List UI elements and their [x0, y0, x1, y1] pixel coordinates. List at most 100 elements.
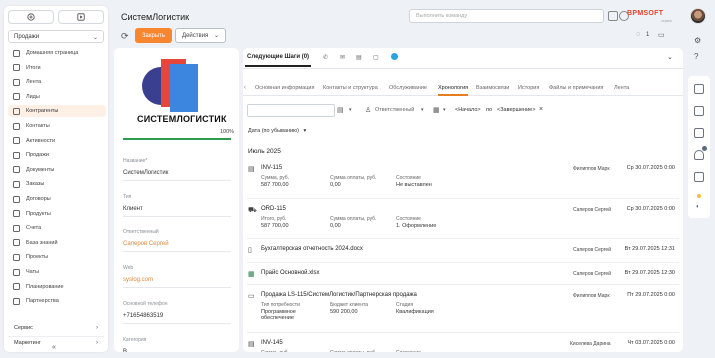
- sidebar-item[interactable]: Итоги: [8, 62, 106, 74]
- tab[interactable]: Контакты и структура: [323, 85, 378, 91]
- section-label: Сервис: [14, 325, 33, 331]
- help-icon[interactable]: ?: [694, 52, 698, 61]
- task-icon[interactable]: ▤: [356, 54, 362, 61]
- clear-icon[interactable]: ×: [539, 106, 543, 113]
- bell-icon[interactable]: [694, 150, 704, 160]
- tab[interactable]: Основная информация: [255, 85, 314, 91]
- moon-icon[interactable]: ◐: [696, 204, 700, 210]
- field-value[interactable]: +71654863519: [123, 313, 163, 319]
- field-label: Категория: [123, 337, 147, 343]
- chat-icon[interactable]: [694, 106, 704, 116]
- section-service[interactable]: Сервис ›: [8, 322, 104, 334]
- nav-icon: [13, 78, 20, 86]
- section-marketing[interactable]: Маркетинг ›: [8, 336, 104, 348]
- field-value[interactable]: Клиент: [123, 206, 143, 212]
- nav-icon: [13, 93, 20, 101]
- entry-field-label: Сумма оплаты, руб.: [330, 350, 376, 352]
- calendar-icon[interactable]: ▦: [433, 106, 440, 114]
- next-steps-underline: [245, 65, 311, 67]
- sort-select[interactable]: Дата (по убыванию) ▾: [248, 128, 306, 134]
- chevron-down-icon: ⌄: [213, 33, 219, 39]
- sidebar-item[interactable]: База знаний: [8, 237, 106, 249]
- sidebar-item-label: Домашняя страница: [26, 50, 79, 56]
- sidebar-item[interactable]: Контакты: [8, 120, 106, 132]
- checklist-icon[interactable]: [694, 172, 704, 182]
- layout-settings-icon[interactable]: ▭: [658, 31, 665, 39]
- tab[interactable]: Файлы и примечания: [549, 85, 603, 91]
- entry-owner[interactable]: Киселева Дарина: [570, 341, 611, 347]
- sidebar-item[interactable]: Продукты: [8, 208, 106, 220]
- reload-icon[interactable]: ⟳: [121, 31, 129, 42]
- search-input[interactable]: [247, 104, 335, 117]
- actions-button[interactable]: Действия ⌄: [175, 28, 226, 43]
- tabs-scroll-left-icon[interactable]: ‹: [244, 85, 246, 91]
- chevron-down-icon[interactable]: ⌄: [667, 53, 673, 61]
- close-button[interactable]: Закрыть: [135, 28, 172, 43]
- field-value[interactable]: Саперов Сергей: [123, 241, 169, 247]
- workplace-select[interactable]: Продажи ⌄: [8, 30, 104, 43]
- comments-icon[interactable]: ◌: [636, 31, 640, 38]
- tab[interactable]: Обслуживание: [389, 85, 427, 91]
- avatar[interactable]: [690, 8, 706, 24]
- copy-icon[interactable]: [694, 84, 704, 94]
- tab[interactable]: Взаимосвязи: [476, 85, 509, 91]
- entry-owner[interactable]: Филиппов Марк: [573, 166, 610, 172]
- entry-title[interactable]: Продажа LS-115/СистемЛогистик/Партнерска…: [261, 292, 417, 298]
- add-filter-icon[interactable]: ▤: [337, 106, 344, 114]
- field-label: Название*: [123, 158, 148, 164]
- collapse-sidebar-icon[interactable]: «: [52, 344, 56, 351]
- account-logo[interactable]: СИСТЕМЛОГИСТИК: [123, 56, 231, 128]
- add-button[interactable]: [8, 10, 54, 24]
- field-value[interactable]: syslog.com: [123, 277, 153, 283]
- sidebar-item[interactable]: Партнерства: [8, 295, 106, 307]
- sidebar-item[interactable]: Планирование: [8, 281, 106, 293]
- tab[interactable]: Хронология: [438, 85, 468, 91]
- field-value[interactable]: СистемЛогистик: [123, 170, 168, 176]
- entry-title[interactable]: INV-145: [261, 340, 283, 346]
- next-steps-tab[interactable]: Следующие Шаги (0): [247, 54, 309, 60]
- divider: [243, 68, 683, 69]
- phone-icon[interactable]: ✆: [323, 54, 328, 61]
- chevron-down-icon[interactable]: ▾: [443, 107, 446, 113]
- sidebar-item[interactable]: Документы: [8, 164, 106, 176]
- chat-icon[interactable]: ▢: [373, 54, 379, 61]
- sidebar-item[interactable]: Домашняя страница: [8, 47, 106, 59]
- sidebar-item[interactable]: Проекты: [8, 251, 106, 263]
- brand-logo-sub: сервис: [661, 19, 673, 23]
- sidebar-item-label: Лента: [26, 79, 42, 86]
- entry-title[interactable]: Бухгалтерская отчетность 2024.docx: [261, 246, 363, 252]
- tab[interactable]: Лента: [614, 85, 629, 91]
- nav-icon: [13, 268, 20, 276]
- entry-title[interactable]: ORD-115: [261, 206, 286, 212]
- field-value[interactable]: B: [123, 349, 127, 352]
- video-icon[interactable]: [608, 11, 618, 21]
- command-input[interactable]: Выполнить команду: [409, 9, 604, 23]
- sidebar-item[interactable]: Договоры: [8, 193, 106, 205]
- sidebar-item[interactable]: Контрагенты: [8, 105, 106, 118]
- sidebar-item[interactable]: Лиды: [8, 91, 106, 103]
- entry-owner[interactable]: Саперов Сергей: [573, 207, 611, 213]
- email-icon[interactable]: ✉: [340, 54, 345, 61]
- sidebar-item[interactable]: Чаты: [8, 266, 106, 278]
- entry-field-value: 587 700,00: [261, 182, 289, 188]
- sidebar-item[interactable]: Заказы: [8, 178, 106, 190]
- sidebar-item[interactable]: Продажи: [8, 149, 106, 161]
- entry-owner[interactable]: Филиппов Марк: [573, 293, 610, 299]
- range-end[interactable]: <Завершение>: [497, 107, 535, 113]
- chevron-down-icon[interactable]: ▾: [349, 107, 352, 113]
- gear-icon[interactable]: ⚙: [694, 36, 701, 45]
- owner-filter[interactable]: Ответственный: [375, 107, 414, 113]
- sidebar-item[interactable]: Лента: [8, 76, 106, 88]
- tab[interactable]: История: [518, 85, 539, 91]
- range-start[interactable]: <Начало>: [455, 107, 481, 113]
- telegram-icon[interactable]: [391, 53, 398, 60]
- sidebar-item[interactable]: Счета: [8, 222, 106, 234]
- entry-owner[interactable]: Саперов Сергей: [573, 247, 611, 253]
- entry-title[interactable]: INV-115: [261, 165, 282, 171]
- play-button[interactable]: [58, 10, 104, 24]
- entry-owner[interactable]: Саперов Сергей: [573, 271, 611, 277]
- message-icon[interactable]: [694, 128, 704, 138]
- entry-title[interactable]: Прайс Основной.xlsx: [261, 270, 320, 276]
- chevron-down-icon[interactable]: ▾: [421, 107, 424, 113]
- sidebar-item[interactable]: Активности: [8, 135, 106, 147]
